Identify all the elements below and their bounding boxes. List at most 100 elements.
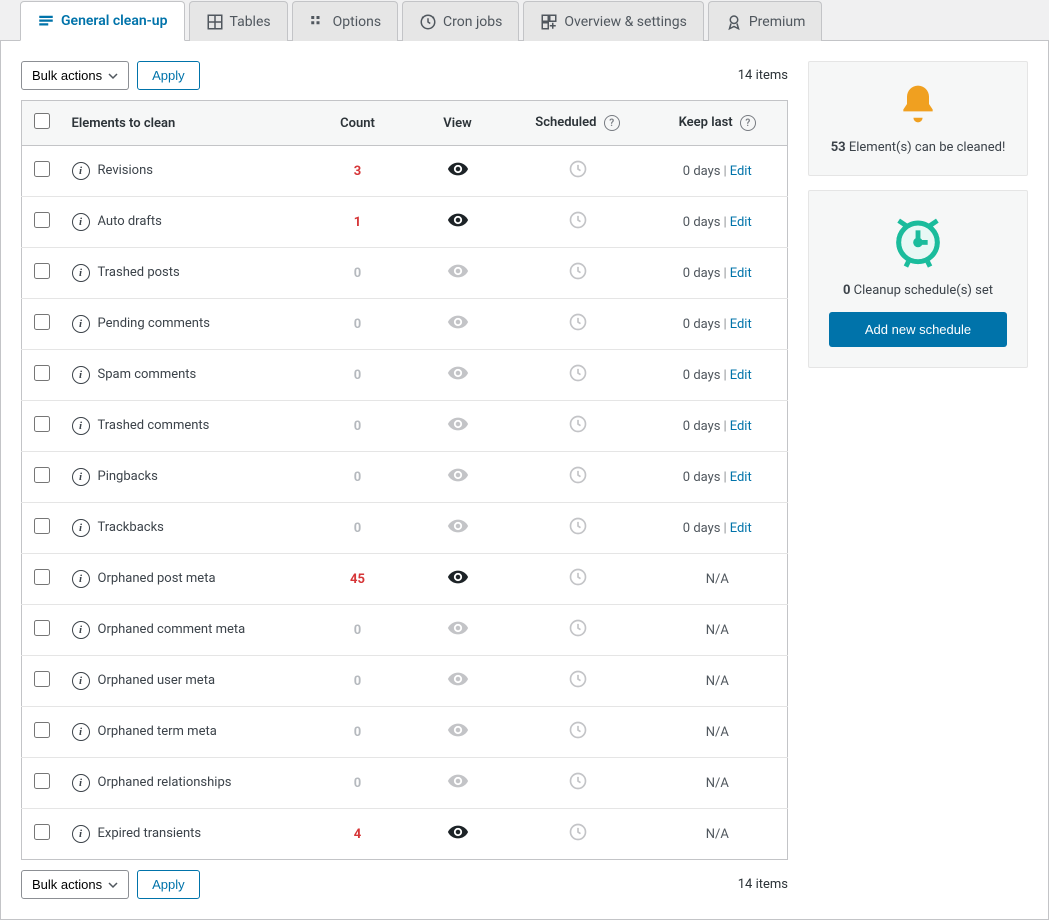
view-eye-icon[interactable]: [447, 781, 469, 796]
count-value: 0: [354, 266, 361, 281]
keep-na: N/A: [706, 623, 729, 638]
table-row: iPending comments00 days|Edit: [22, 299, 788, 350]
info-icon[interactable]: i: [72, 366, 90, 384]
table-row: iTrashed posts00 days|Edit: [22, 248, 788, 299]
tab-options[interactable]: Options: [292, 1, 398, 41]
table-row: iRevisions30 days|Edit: [22, 146, 788, 197]
count-value: 0: [354, 419, 361, 434]
cleanup-icon: [37, 12, 55, 30]
row-checkbox[interactable]: [34, 773, 50, 789]
keep-days: 0 days: [683, 164, 721, 179]
scheduled-clock-icon: [568, 372, 588, 387]
view-eye-icon[interactable]: [447, 220, 469, 235]
element-name: Expired transients: [98, 826, 202, 841]
help-icon[interactable]: ?: [604, 115, 620, 131]
row-checkbox[interactable]: [34, 212, 50, 228]
edit-link[interactable]: Edit: [730, 164, 752, 179]
info-icon[interactable]: i: [72, 264, 90, 282]
count-value: 4: [354, 827, 361, 842]
tab-tables[interactable]: Tables: [189, 1, 288, 41]
select-all-checkbox[interactable]: [34, 113, 50, 129]
row-checkbox[interactable]: [34, 518, 50, 534]
tab-cron-jobs[interactable]: Cron jobs: [402, 1, 519, 41]
scheduled-clock-icon: [568, 780, 588, 795]
info-icon[interactable]: i: [72, 315, 90, 333]
row-checkbox[interactable]: [34, 467, 50, 483]
view-eye-icon[interactable]: [447, 832, 469, 847]
view-eye-icon[interactable]: [447, 475, 469, 490]
element-name: Orphaned comment meta: [98, 622, 246, 637]
edit-link[interactable]: Edit: [730, 266, 752, 281]
alarm-clock-icon: [829, 211, 1007, 273]
bell-icon: [829, 82, 1007, 130]
edit-link[interactable]: Edit: [730, 368, 752, 383]
main-panel: Bulk actions Apply 14 items Elements to …: [21, 61, 788, 899]
schedule-text: 0 Cleanup schedule(s) set: [829, 283, 1007, 298]
tables-icon: [206, 13, 224, 31]
keep-days: 0 days: [683, 368, 721, 383]
tab-label: General clean-up: [61, 13, 168, 29]
info-icon[interactable]: i: [72, 162, 90, 180]
count-value: 45: [350, 572, 365, 587]
info-icon[interactable]: i: [72, 213, 90, 231]
header-scheduled: Scheduled ?: [508, 101, 648, 146]
view-eye-icon[interactable]: [447, 526, 469, 541]
apply-button[interactable]: Apply: [137, 61, 200, 90]
row-checkbox[interactable]: [34, 416, 50, 432]
scheduled-clock-icon: [568, 321, 588, 336]
row-checkbox[interactable]: [34, 824, 50, 840]
apply-button[interactable]: Apply: [137, 870, 200, 899]
count-value: 0: [354, 521, 361, 536]
tab-premium[interactable]: Premium: [708, 1, 823, 41]
bulk-actions-select[interactable]: Bulk actions: [21, 61, 129, 90]
view-eye-icon[interactable]: [447, 322, 469, 337]
row-checkbox[interactable]: [34, 671, 50, 687]
row-checkbox[interactable]: [34, 263, 50, 279]
view-eye-icon[interactable]: [447, 730, 469, 745]
table-row: iTrashed comments00 days|Edit: [22, 401, 788, 452]
tab-overview[interactable]: Overview & settings: [523, 1, 703, 41]
row-checkbox[interactable]: [34, 722, 50, 738]
edit-link[interactable]: Edit: [730, 521, 752, 536]
edit-link[interactable]: Edit: [730, 419, 752, 434]
tab-label: Overview & settings: [564, 14, 686, 30]
keep-days: 0 days: [683, 470, 721, 485]
info-icon[interactable]: i: [72, 825, 90, 843]
row-checkbox[interactable]: [34, 569, 50, 585]
row-checkbox[interactable]: [34, 161, 50, 177]
row-checkbox[interactable]: [34, 365, 50, 381]
info-icon[interactable]: i: [72, 723, 90, 741]
row-checkbox[interactable]: [34, 314, 50, 330]
count-value: 3: [354, 164, 361, 179]
view-eye-icon[interactable]: [447, 679, 469, 694]
info-icon[interactable]: i: [72, 417, 90, 435]
info-icon[interactable]: i: [72, 570, 90, 588]
keep-days: 0 days: [683, 419, 721, 434]
edit-link[interactable]: Edit: [730, 215, 752, 230]
chevron-down-icon: [108, 71, 118, 81]
view-eye-icon[interactable]: [447, 169, 469, 184]
view-eye-icon[interactable]: [447, 271, 469, 286]
edit-link[interactable]: Edit: [730, 317, 752, 332]
view-eye-icon[interactable]: [447, 424, 469, 439]
edit-link[interactable]: Edit: [730, 470, 752, 485]
bulk-actions-select[interactable]: Bulk actions: [21, 870, 129, 899]
info-icon[interactable]: i: [72, 468, 90, 486]
tab-label: Premium: [749, 14, 806, 30]
info-icon[interactable]: i: [72, 621, 90, 639]
add-schedule-button[interactable]: Add new schedule: [829, 312, 1007, 347]
help-icon[interactable]: ?: [740, 115, 756, 131]
info-icon[interactable]: i: [72, 519, 90, 537]
row-checkbox[interactable]: [34, 620, 50, 636]
scheduled-clock-icon: [568, 525, 588, 540]
view-eye-icon[interactable]: [447, 373, 469, 388]
info-icon[interactable]: i: [72, 774, 90, 792]
schedule-card: 0 Cleanup schedule(s) set Add new schedu…: [808, 190, 1028, 368]
view-eye-icon[interactable]: [447, 577, 469, 592]
view-eye-icon[interactable]: [447, 628, 469, 643]
count-value: 1: [354, 215, 361, 230]
header-keep-last: Keep last ?: [648, 101, 788, 146]
info-icon[interactable]: i: [72, 672, 90, 690]
tab-general-cleanup[interactable]: General clean-up: [20, 1, 185, 41]
toolbar-bottom: Bulk actions Apply 14 items: [21, 870, 788, 899]
